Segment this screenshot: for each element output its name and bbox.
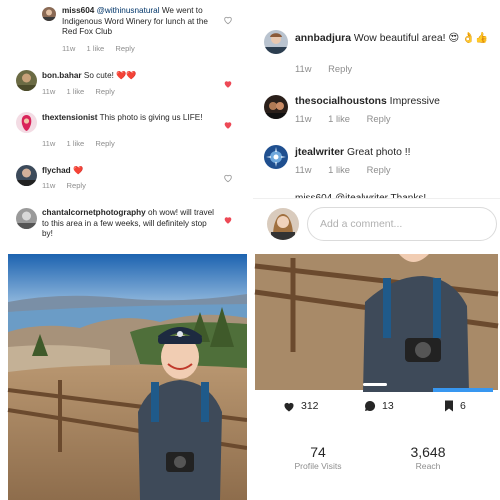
reach-value: 3,648	[410, 444, 446, 460]
reply-button[interactable]: Reply	[95, 87, 114, 96]
comment-likes[interactable]: 1 like	[67, 139, 85, 148]
comment-username[interactable]: flychad	[42, 166, 71, 175]
comments-stat: 13	[364, 400, 394, 412]
avatar	[267, 208, 299, 240]
comments-panel-right: annbadjura Wow beautiful area! 😍 👌👍 11w …	[253, 0, 500, 252]
comment-mention[interactable]: @withinusnatural	[97, 6, 160, 15]
heart-icon	[284, 402, 294, 411]
avatar[interactable]	[16, 112, 37, 133]
comment-time: 11w	[42, 139, 56, 148]
reply-button[interactable]: Reply	[367, 113, 391, 124]
stats-indicator-bar	[433, 388, 493, 392]
comment-bubble-icon	[365, 400, 376, 411]
heart-filled-icon[interactable]	[223, 215, 233, 225]
comment-text: ❤️	[70, 166, 84, 175]
profile-visits-value: 74	[310, 444, 326, 460]
likes-count: 312	[301, 400, 319, 412]
comment-username[interactable]: thextensionist	[42, 113, 98, 122]
comment-username[interactable]: annbadjura	[295, 33, 351, 44]
heart-outline-icon[interactable]	[223, 15, 233, 25]
profile-visits-label: Profile Visits	[294, 461, 342, 471]
comment-likes[interactable]: 1 like	[67, 87, 85, 96]
comment-likes[interactable]: 1 like	[328, 113, 350, 124]
comment-likes[interactable]: 1 like	[87, 44, 105, 53]
comment-likes[interactable]: 1 like	[328, 164, 350, 175]
comment-time: 11w	[42, 181, 56, 190]
avatar[interactable]	[264, 145, 288, 169]
reply-button[interactable]: Reply	[67, 181, 86, 190]
comment-time: 11w	[295, 63, 312, 74]
reach-label: Reach	[415, 461, 441, 471]
reply-button[interactable]: Reply	[328, 63, 352, 74]
comment-time: 11w	[295, 113, 312, 124]
heart-filled-icon[interactable]	[223, 79, 233, 89]
heart-filled-icon[interactable]	[223, 120, 233, 130]
bookmark-icon	[445, 400, 453, 412]
comment-username[interactable]: jtealwriter	[295, 147, 344, 158]
post-photo[interactable]	[0, 252, 247, 500]
comment-time: 11w	[42, 87, 56, 96]
avatar[interactable]	[264, 30, 288, 54]
comments-count: 13	[382, 400, 394, 412]
reply-button[interactable]: Reply	[367, 164, 391, 175]
avatar[interactable]	[42, 7, 56, 21]
comments-panel-left: miss604 @withinusnatural We went to Indi…	[0, 0, 247, 252]
saves-count: 6	[460, 400, 466, 412]
comment-text: So cute! ❤️❤️	[81, 71, 137, 80]
avatar[interactable]	[16, 70, 37, 91]
photo-image	[7, 254, 247, 500]
avatar[interactable]	[16, 208, 37, 229]
panel-divider	[247, 0, 253, 500]
comment-text: Great photo !!	[344, 147, 411, 158]
avatar[interactable]	[16, 165, 37, 186]
comment-username[interactable]: bon.bahar	[42, 71, 82, 80]
comment-text: Impressive	[386, 96, 440, 107]
add-comment-bar: Add a comment...	[253, 198, 500, 252]
comment-time: 11w	[295, 164, 312, 175]
reply-button[interactable]: Reply	[95, 139, 114, 148]
comment-time: 11w	[62, 44, 76, 53]
insights-panel: 312 13 6 74 Profile Visits 3,648 Reach	[253, 252, 500, 500]
saves-stat: 6	[444, 400, 466, 412]
comment-username[interactable]: thesocialhoustons	[295, 96, 387, 107]
likes-stat: 312	[283, 400, 319, 412]
comment-username[interactable]: miss604	[62, 6, 94, 15]
comment-username[interactable]: chantalcornetphotography	[42, 208, 146, 217]
avatar[interactable]	[264, 95, 288, 119]
comment-text: Wow beautiful area! 😍 👌👍	[351, 33, 489, 44]
heart-outline-icon[interactable]	[223, 173, 233, 183]
add-comment-input[interactable]: Add a comment...	[307, 207, 497, 241]
reply-button[interactable]: Reply	[115, 44, 134, 53]
post-photo-cropped[interactable]	[253, 252, 500, 392]
comment-text: This photo is giving us LIFE!	[97, 113, 203, 122]
